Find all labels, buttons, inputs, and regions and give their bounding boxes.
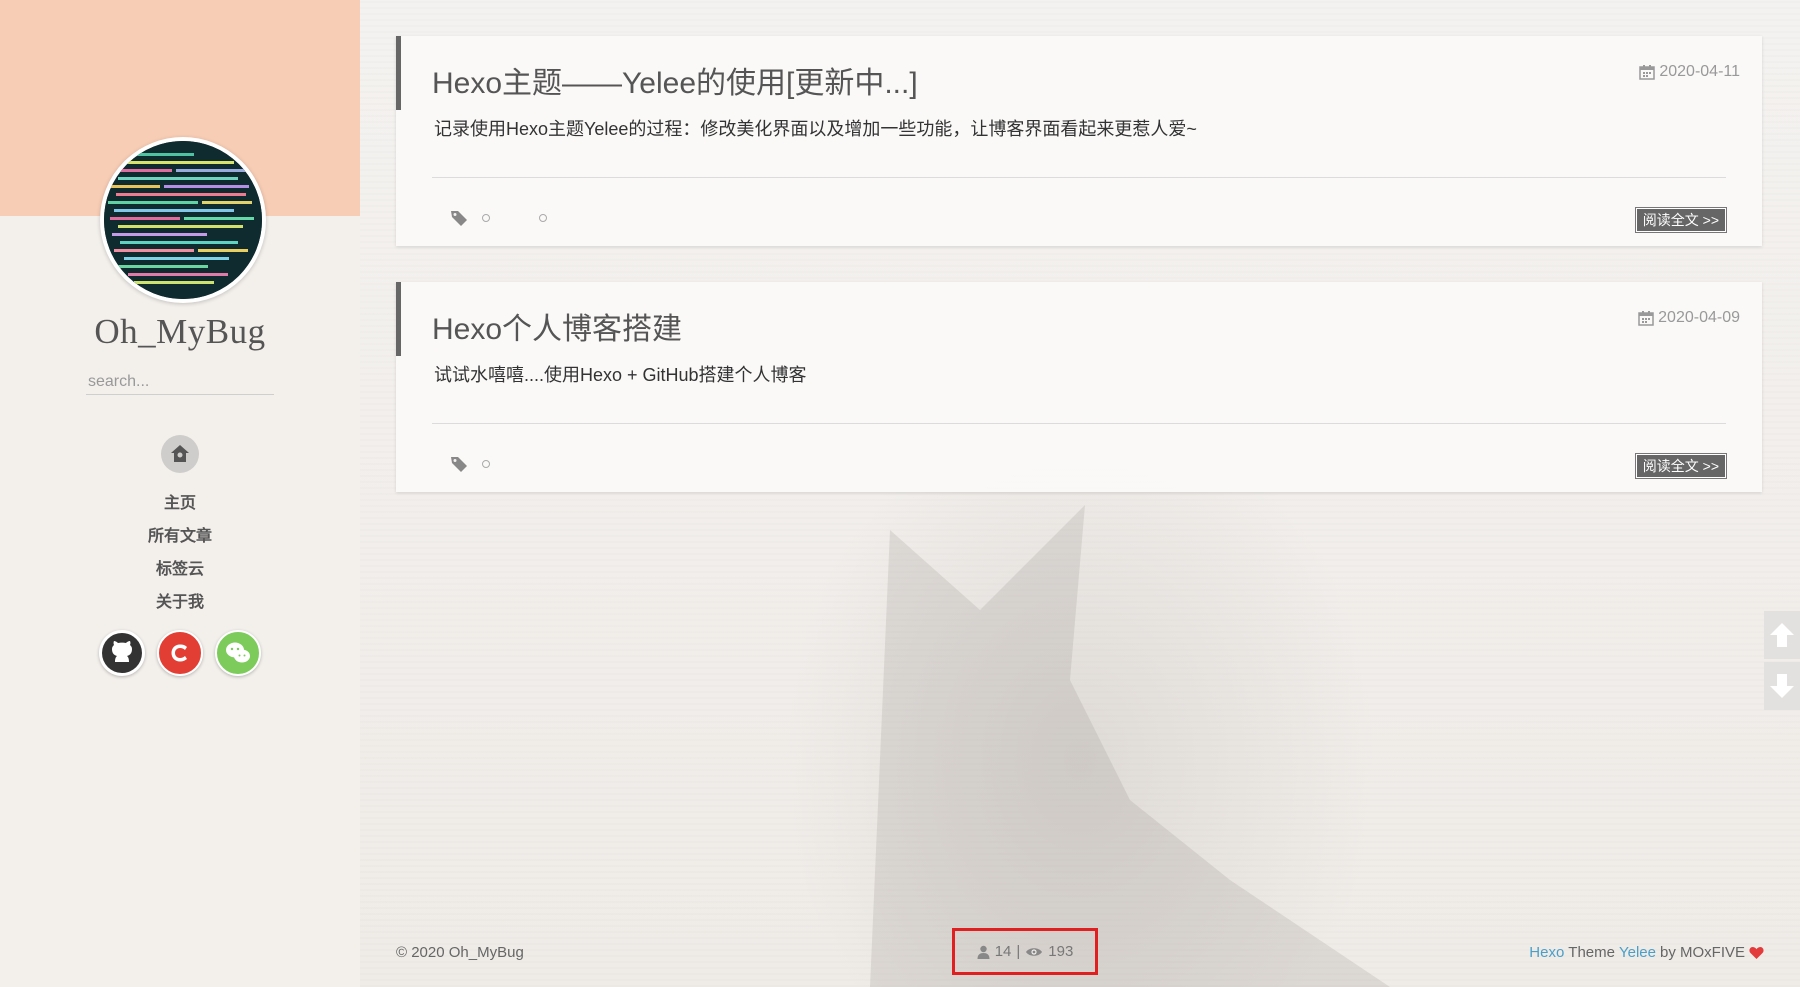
post-card: Hexo主题——Yelee的使用[更新中...] 2020-04-11 记录使用… bbox=[396, 36, 1762, 246]
tag-bullet bbox=[482, 214, 490, 222]
read-more-button[interactable]: 阅读全文 >> bbox=[1634, 207, 1728, 233]
credit-theme-text: Theme bbox=[1568, 944, 1615, 961]
divider bbox=[432, 177, 1726, 178]
footer-credit: Hexo Theme Yelee by MOxFIVE bbox=[1529, 944, 1764, 961]
yelee-link[interactable]: Yelee bbox=[1619, 944, 1656, 961]
post-tags bbox=[450, 455, 518, 473]
avatar[interactable] bbox=[100, 137, 266, 303]
csdn-icon[interactable] bbox=[157, 630, 203, 676]
scroll-to-bottom-button[interactable] bbox=[1764, 662, 1800, 710]
heart-icon bbox=[1749, 946, 1764, 959]
user-icon bbox=[977, 945, 990, 959]
wechat-icon[interactable] bbox=[215, 630, 261, 676]
sidebar: Oh_MyBug 主页 所有文章 标签云 关于我 bbox=[0, 0, 360, 987]
post-excerpt: 试试水嘻嘻....使用Hexo + GitHub搭建个人博客 bbox=[434, 365, 807, 385]
site-name[interactable]: Oh_MyBug bbox=[0, 312, 360, 352]
post-date-text: 2020-04-11 bbox=[1659, 63, 1740, 80]
calendar-icon bbox=[1638, 311, 1654, 326]
tag-bullet bbox=[482, 460, 490, 468]
nav-item-home[interactable]: 主页 bbox=[0, 490, 360, 523]
social-links bbox=[0, 630, 360, 676]
visitor-count: 14 bbox=[994, 943, 1012, 960]
nav-item-tag-cloud[interactable]: 标签云 bbox=[0, 556, 360, 589]
tag-link[interactable] bbox=[482, 211, 525, 226]
view-count: 193 bbox=[1048, 943, 1074, 960]
search-input[interactable] bbox=[86, 370, 274, 395]
tag-icon bbox=[451, 457, 467, 472]
divider bbox=[432, 423, 1726, 424]
post-title[interactable]: Hexo个人博客搭建 bbox=[432, 304, 682, 348]
read-more-button[interactable]: 阅读全文 >> bbox=[1634, 453, 1728, 479]
nav-item-about[interactable]: 关于我 bbox=[0, 589, 360, 622]
tag-link[interactable] bbox=[538, 211, 575, 226]
stats-separator: | bbox=[1016, 943, 1021, 960]
arrow-down-icon bbox=[1770, 674, 1794, 698]
post-excerpt: 记录使用Hexo主题Yelee的过程：修改美化界面以及增加一些功能，让博客界面看… bbox=[434, 119, 1197, 139]
post-accent-bar bbox=[396, 282, 401, 356]
footer-copyright: © 2020 Oh_MyBug bbox=[396, 944, 524, 961]
arrow-up-icon bbox=[1770, 623, 1794, 647]
post-card: Hexo个人博客搭建 2020-04-09 试试水嘻嘻....使用Hexo + … bbox=[396, 282, 1762, 492]
post-tags bbox=[450, 209, 575, 227]
site-stats-highlight: 14 | 193 bbox=[952, 928, 1098, 975]
tag-bullet bbox=[538, 214, 547, 222]
main-nav: 主页 所有文章 标签云 关于我 bbox=[0, 490, 360, 622]
nav-item-all-posts[interactable]: 所有文章 bbox=[0, 523, 360, 556]
github-icon[interactable] bbox=[99, 630, 145, 676]
credit-author-text: by MOxFIVE bbox=[1659, 944, 1745, 961]
tag-link[interactable] bbox=[482, 457, 518, 472]
calendar-icon bbox=[1639, 65, 1656, 80]
post-date: 2020-04-11 bbox=[1639, 63, 1740, 81]
home-icon[interactable] bbox=[161, 435, 199, 473]
tag-icon bbox=[451, 211, 467, 226]
eye-icon bbox=[1026, 947, 1043, 956]
hexo-link[interactable]: Hexo bbox=[1529, 944, 1564, 961]
post-title[interactable]: Hexo主题——Yelee的使用[更新中...] bbox=[432, 58, 918, 102]
post-date: 2020-04-09 bbox=[1638, 309, 1740, 327]
post-accent-bar bbox=[396, 36, 401, 110]
post-date-text: 2020-04-09 bbox=[1658, 309, 1740, 326]
scroll-to-top-button[interactable] bbox=[1764, 611, 1800, 659]
background-cat-silhouette bbox=[870, 505, 1390, 987]
